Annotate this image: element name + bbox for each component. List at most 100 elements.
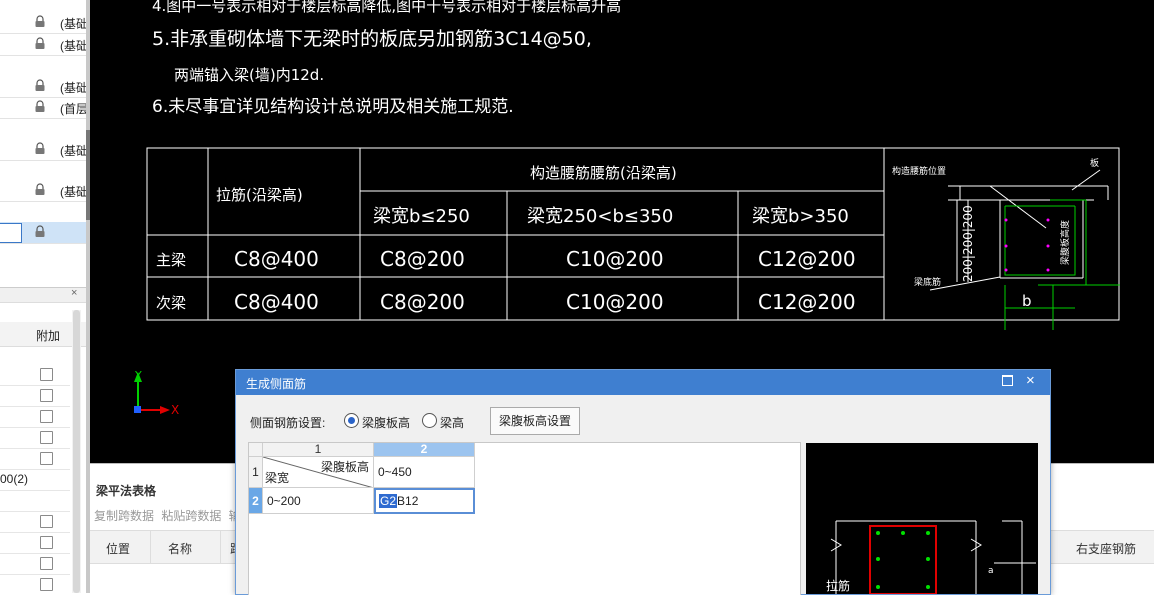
row-name-main: 主梁 [156,251,186,269]
setting-label: 侧面钢筋设置: [250,416,326,430]
lock-icon[interactable] [34,79,46,92]
property-panel: (基础 (基础 (基础 (首层 (基础 (基础 × 附加 00(2) [0,0,88,593]
note-line-5b: 两端锚入梁(墙)内12d. [174,66,324,84]
svg-text:a: a [988,566,994,576]
detail-bottom-rebar: 梁底筋 [914,276,941,288]
x-axis-label: X [171,403,179,417]
detail-title: 构造腰筋位置 [892,165,946,177]
additional-checkbox[interactable] [40,431,53,444]
grid-corner-cell: 梁腹板高 梁宽 [263,457,374,488]
corner-beam-width: 梁宽 [265,471,290,485]
layer-row[interactable]: (基础 [0,12,88,34]
attribute-row [0,385,70,407]
grid-col-header-2[interactable]: 2 [374,443,475,457]
detail-b: b [1022,292,1032,310]
web-height-range-cell[interactable]: 0~450 [374,457,475,488]
layer-row[interactable]: (基础 [0,139,88,161]
layer-label: (基础 [60,17,88,31]
vertical-scrollbar[interactable] [72,310,81,593]
rebar-grid: 1 2 1 梁腹板高 梁宽 0~450 2 0~200 G2B12 [248,442,801,595]
radio-beam-height-label[interactable]: 梁高 [440,414,464,431]
grid-row-header-2[interactable]: 2 [249,488,263,514]
lock-icon[interactable] [34,15,46,28]
close-icon[interactable]: × [1026,372,1035,389]
panel-toolbar[interactable]: 复制跨数据 粘贴跨数据 输 [94,507,241,524]
grid-row-header-1[interactable]: 1 [249,457,263,488]
layer-label: (首层 [60,102,88,116]
additional-checkbox[interactable] [40,368,53,381]
radio-web-height-label[interactable]: 梁腹板高 [362,414,410,431]
layer-row[interactable] [0,222,86,244]
ucs-axis-icon: Y X [134,369,179,417]
attribute-value: 00(2) [0,472,29,486]
scrollbar-thumb[interactable] [73,310,80,593]
additional-checkbox[interactable] [40,452,53,465]
additional-checkbox[interactable] [40,515,53,528]
layer-label: (基础 [60,185,88,199]
selected-text: G2 [379,494,398,508]
detail-dims: 200|200|200 [961,205,975,282]
dialog-title-bar[interactable]: 生成侧面筋 × [236,370,1050,395]
layer-row[interactable]: (基础 [0,76,88,98]
lock-icon[interactable] [34,183,46,196]
column-header-right-support[interactable]: 右支座钢筋 [1076,540,1136,557]
panel-title: 梁平法表格 [96,484,157,498]
row-main-v3: C12@200 [758,247,856,271]
col-header-1: 梁宽b≤250 [373,206,470,227]
grid-col-header-1[interactable]: 1 [263,443,374,457]
attribute-row [0,448,70,470]
maximize-icon[interactable] [1002,375,1013,386]
waist-rebar-header: 构造腰筋腰筋(沿梁高) [530,164,677,182]
additional-checkbox[interactable] [40,557,53,570]
close-icon[interactable]: × [71,287,77,299]
lock-icon[interactable] [34,142,46,155]
layer-row[interactable]: (首层 [0,97,88,119]
additional-checkbox[interactable] [40,578,53,591]
dialog-title: 生成侧面筋 [246,377,307,391]
attribute-row [0,406,70,428]
col-header-2: 梁宽250<b≤350 [527,206,673,227]
col-header-3: 梁宽b>350 [752,206,849,227]
detail-slab: 板 [1090,157,1099,169]
dialog-body: 侧面钢筋设置: 梁腹板高 梁高 梁腹板高设置 1 2 1 梁腹板高 梁宽 0~4… [236,395,1050,595]
corner-web-height: 梁腹板高 [320,460,369,474]
row-main-v2: C10@200 [566,247,664,271]
side-rebar-input[interactable]: G2B12 [374,488,475,514]
tie-header: 拉筋(沿梁高) [216,186,303,204]
additional-checkbox[interactable] [40,536,53,549]
row-selector[interactable] [0,223,22,243]
attribute-row [0,553,70,575]
web-height-settings-button[interactable]: 梁腹板高设置 [490,407,580,435]
preview-tie-label: 拉筋 [826,578,850,593]
additional-checkbox[interactable] [40,410,53,423]
layer-label: (基础 [60,144,88,158]
note-line-6: 6.未尽事宜详见结构设计总说明及相关施工规范. [152,97,514,117]
input-text: B12 [397,494,419,508]
lock-icon[interactable] [34,37,46,50]
attribute-row [0,427,70,449]
attribute-row: 00(2) [0,469,70,491]
attribute-row [0,574,70,593]
additional-checkbox[interactable] [40,389,53,402]
row-sec-v3: C12@200 [758,290,856,314]
radio-beam-height[interactable] [422,413,437,428]
row-main-tie: C8@400 [234,247,319,271]
row-sec-tie: C8@400 [234,290,319,314]
row-name-secondary: 次梁 [156,294,186,312]
attribute-row [0,511,70,533]
layer-row[interactable]: (基础 [0,180,88,202]
layer-row[interactable]: (基础 [0,34,88,56]
attribute-row [0,364,70,386]
column-header-name[interactable]: 名称 [168,540,192,557]
lock-icon[interactable] [34,225,46,238]
beam-width-range-cell[interactable]: 0~200 [263,488,374,514]
row-main-v1: C8@200 [380,247,465,271]
note-line-4: 4.图中一号表示相对于楼层标高降低,图中十号表示相对于楼层标高升高 [152,0,621,15]
radio-web-height[interactable] [344,413,359,428]
detail-web-height: 梁腹板高度 [1059,220,1071,265]
column-header-position[interactable]: 位置 [106,540,130,557]
lock-icon[interactable] [34,100,46,113]
row-sec-v2: C10@200 [566,290,664,314]
generate-side-rebar-dialog: 生成侧面筋 × 侧面钢筋设置: 梁腹板高 梁高 梁腹板高设置 1 2 1 梁腹板… [235,369,1051,595]
layer-label: (基础 [60,39,88,53]
